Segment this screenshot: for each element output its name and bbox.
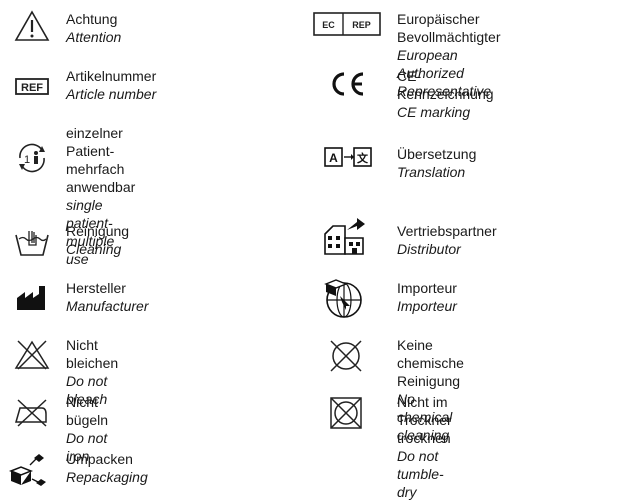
- crossed-triangle-icon: [12, 335, 52, 375]
- label-de: CE-Kennzeichnung: [397, 68, 494, 102]
- label-en: Do not tumble-dry: [397, 448, 444, 500]
- distributor-icon: [323, 214, 367, 258]
- label-en: Article number: [66, 86, 157, 102]
- label-de: Vertriebspartner: [397, 223, 497, 239]
- symbol-legend: Achtung Attention REF Artikelnummer Arti…: [0, 0, 622, 500]
- single-patient-multiple-use-icon: 1: [12, 138, 52, 178]
- label-en: Repackaging: [66, 469, 148, 485]
- svg-text:EC: EC: [322, 20, 335, 30]
- ce-mark-icon: [325, 64, 369, 104]
- label-de: Übersetzung: [397, 146, 477, 162]
- label-de: Keine chemische Reinigung: [397, 337, 464, 389]
- label-de: Europäischer Bevollmächtigter: [397, 11, 501, 45]
- translation-icon: A文: [324, 145, 372, 169]
- label-en: Importeur: [397, 298, 457, 314]
- factory-icon: [12, 278, 52, 318]
- label-de: Nicht bügeln: [66, 394, 109, 428]
- label-de: Achtung: [66, 11, 118, 27]
- importer-globe-icon: [322, 276, 366, 320]
- warning-triangle-icon: [12, 6, 52, 46]
- svg-text:文: 文: [357, 151, 369, 165]
- svg-text:A: A: [329, 151, 338, 165]
- label-en: CE marking: [397, 104, 471, 120]
- washing-tub-icon: [12, 221, 52, 261]
- svg-text:1: 1: [24, 154, 30, 166]
- label-de: Nicht im Trockner trocknen: [397, 394, 452, 446]
- ec-rep-icon: EC REP: [313, 12, 381, 36]
- label-en: Manufacturer: [66, 298, 149, 314]
- label-de: Importeur: [397, 280, 457, 296]
- label-en: Translation: [397, 164, 466, 180]
- svg-text:REF: REF: [21, 82, 43, 94]
- crossed-iron-icon: [12, 392, 52, 432]
- label-en: Distributor: [397, 241, 461, 257]
- crossed-circle-icon: [326, 336, 366, 376]
- ref-icon: REF: [12, 66, 52, 106]
- label-de: Umpacken: [66, 451, 133, 467]
- label-en: Cleaning: [66, 241, 122, 257]
- label-de: Nicht bleichen: [66, 337, 119, 371]
- label-de: Hersteller: [66, 280, 126, 296]
- label-de: Reinigung: [66, 223, 130, 239]
- repackaging-icon: [8, 449, 48, 489]
- label-en: Attention: [66, 29, 122, 45]
- label-de-1: einzelner Patient-: [66, 125, 123, 159]
- label-de: Artikelnummer: [66, 68, 157, 84]
- label-de-2: mehrfach anwendbar: [66, 161, 136, 195]
- crossed-dryer-icon: [326, 393, 366, 433]
- svg-text:REP: REP: [352, 20, 371, 30]
